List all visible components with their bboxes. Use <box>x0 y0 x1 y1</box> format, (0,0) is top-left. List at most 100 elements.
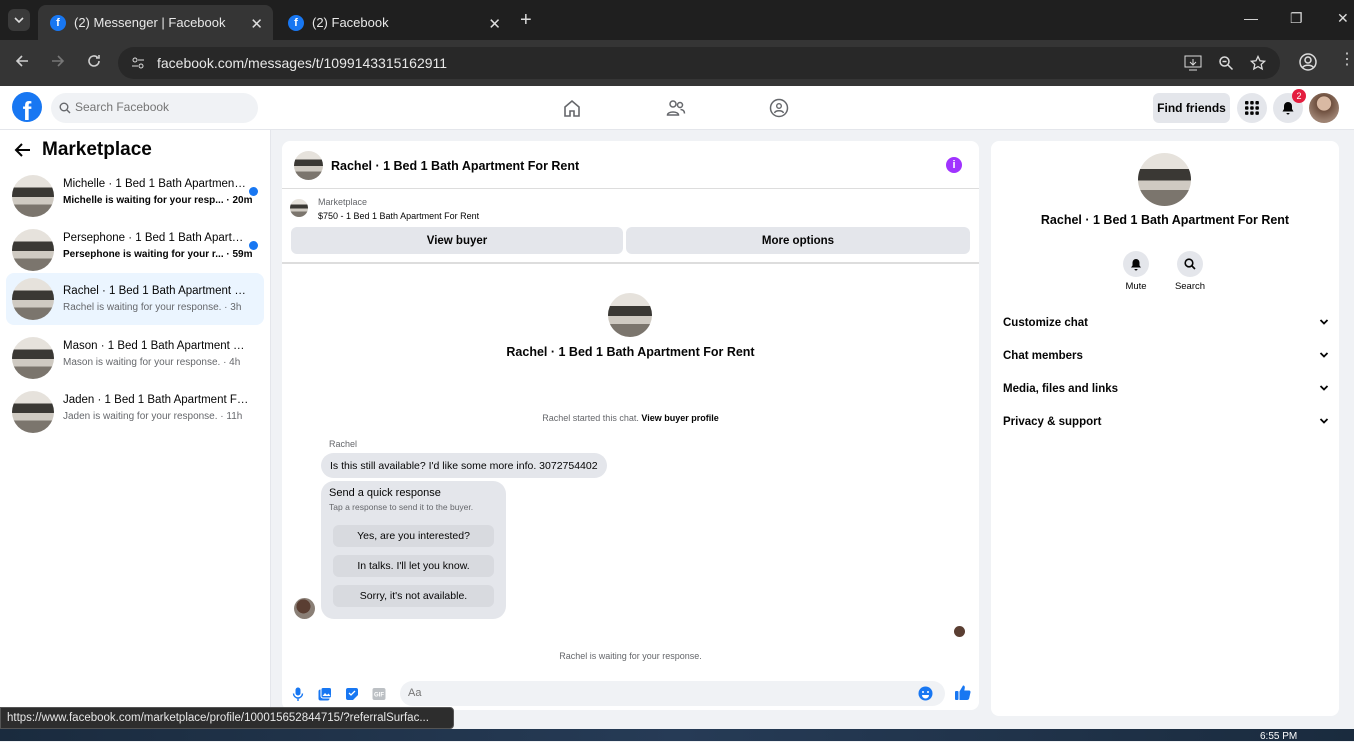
forward-icon[interactable] <box>50 53 66 69</box>
search-icon <box>1184 258 1196 270</box>
info-icon[interactable]: i <box>946 157 962 173</box>
quick-response-card: Send a quick response Tap a response to … <box>321 481 506 619</box>
listing-thumbnail <box>12 337 54 379</box>
new-tab-button[interactable]: + <box>520 9 532 32</box>
zoom-icon[interactable] <box>1218 55 1234 71</box>
account-avatar[interactable] <box>1309 93 1339 123</box>
listing-thumbnail <box>12 175 54 217</box>
taskbar-clock: 6:55 PM <box>1260 731 1298 742</box>
search-chat-button[interactable] <box>1177 251 1203 277</box>
section-privacy-support[interactable]: Privacy & support <box>1003 416 1329 428</box>
minimize-button[interactable]: — <box>1244 10 1258 26</box>
listing-category: Marketplace <box>318 197 368 207</box>
conversation-preview: Mason is waiting for your response. · 4h <box>63 357 241 368</box>
conversation-preview: Jaden is waiting for your response. · 11… <box>63 411 243 422</box>
back-arrow-icon[interactable] <box>14 142 32 158</box>
mute-button[interactable] <box>1123 251 1149 277</box>
view-buyer-profile-link[interactable]: View buyer profile <box>641 413 718 423</box>
tab-label: (2) Messenger | Facebook <box>74 15 226 30</box>
chat-avatar[interactable] <box>294 151 323 180</box>
chat-title[interactable]: Rachel · 1 Bed 1 Bath Apartment For Rent <box>331 159 579 173</box>
conversation-item-persephone[interactable]: Persephone · 1 Bed 1 Bath Apartment For … <box>6 223 264 275</box>
message-input-box[interactable] <box>400 681 945 706</box>
facebook-logo[interactable]: f <box>12 92 42 122</box>
tab-search-button[interactable] <box>8 9 30 31</box>
back-icon[interactable] <box>14 53 30 69</box>
thumbs-up-icon[interactable] <box>954 684 971 701</box>
gif-icon[interactable]: GIF <box>372 687 386 701</box>
seen-receipt-avatar <box>954 626 965 637</box>
tab-messenger[interactable]: f (2) Messenger | Facebook ✕ <box>38 5 273 40</box>
section-label: Media, files and links <box>1003 383 1119 395</box>
section-customize-chat[interactable]: Customize chat <box>1003 317 1329 329</box>
browser-toolbar: facebook.com/messages/t/1099143315162911… <box>0 40 1354 86</box>
listing-thumbnail[interactable] <box>290 199 308 217</box>
unread-dot <box>249 241 258 250</box>
more-options-button[interactable]: More options <box>626 227 970 254</box>
sticker-icon[interactable] <box>345 687 359 701</box>
conversation-name: Rachel · 1 Bed 1 Bath Apartment For Rent <box>63 285 249 297</box>
search-input[interactable] <box>75 100 245 114</box>
find-friends-button[interactable]: Find friends <box>1153 93 1230 123</box>
view-buyer-button[interactable]: View buyer <box>291 227 623 254</box>
quick-response-subtitle: Tap a response to send it to the buyer. <box>329 502 474 512</box>
chat-intro-avatar <box>608 293 652 337</box>
bookmark-star-icon[interactable] <box>1250 55 1266 71</box>
search-box[interactable] <box>51 93 258 123</box>
notification-badge: 2 <box>1292 89 1306 103</box>
listing-thumbnail <box>12 229 54 271</box>
search-label: Search <box>1174 281 1206 292</box>
chevron-down-icon <box>1319 416 1329 426</box>
site-settings-icon[interactable] <box>130 55 146 71</box>
message-input[interactable] <box>408 687 908 699</box>
install-app-icon[interactable] <box>1184 55 1202 71</box>
conversation-item-rachel[interactable]: Rachel · 1 Bed 1 Bath Apartment For Rent… <box>6 273 264 325</box>
home-icon[interactable] <box>562 98 582 118</box>
photo-icon[interactable] <box>318 687 332 701</box>
sender-avatar <box>294 598 315 619</box>
details-name: Rachel · 1 Bed 1 Bath Apartment For Rent <box>1040 213 1290 227</box>
listing-banner: Marketplace $750 - 1 Bed 1 Bath Apartmen… <box>282 189 979 264</box>
details-avatar <box>1138 153 1191 206</box>
quick-response-option[interactable]: In talks. I'll let you know. <box>333 555 494 577</box>
quick-response-option[interactable]: Sorry, it's not available. <box>333 585 494 607</box>
section-media-files-links[interactable]: Media, files and links <box>1003 383 1329 395</box>
conversation-item-jaden[interactable]: Jaden · 1 Bed 1 Bath Apartment For Rent … <box>6 385 264 437</box>
chevron-down-icon <box>1319 317 1329 327</box>
listing-thumbnail <box>12 391 54 433</box>
url-text: facebook.com/messages/t/1099143315162911 <box>157 55 448 71</box>
message-bubble: Is this still available? I'd like some m… <box>321 453 607 478</box>
listing-price[interactable]: $750 - 1 Bed 1 Bath Apartment For Rent <box>318 211 479 221</box>
section-label: Chat members <box>1003 350 1083 362</box>
groups-icon[interactable] <box>769 98 789 118</box>
menu-grid-icon[interactable] <box>1237 93 1267 123</box>
address-bar[interactable]: facebook.com/messages/t/1099143315162911 <box>118 47 1280 79</box>
conversation-name: Persephone · 1 Bed 1 Bath Apartment For … <box>63 232 249 244</box>
friends-icon[interactable] <box>666 98 686 118</box>
conversation-details-panel: Rachel · 1 Bed 1 Bath Apartment For Rent… <box>991 141 1339 716</box>
restore-button[interactable]: ❐ <box>1290 10 1303 27</box>
chevron-down-icon <box>1319 350 1329 360</box>
link-status-bar: https://www.facebook.com/marketplace/pro… <box>0 707 454 729</box>
conversation-item-mason[interactable]: Mason · 1 Bed 1 Bath Apartment For Rent … <box>6 331 264 383</box>
conversation-item-michelle[interactable]: Michelle · 1 Bed 1 Bath Apartment For Re… <box>6 169 264 221</box>
message-sender: Rachel <box>329 439 358 449</box>
listing-thumbnail <box>12 278 54 320</box>
sidebar-title: Marketplace <box>42 139 152 160</box>
window-close-button[interactable]: ✕ <box>1337 10 1349 27</box>
reload-icon[interactable] <box>86 53 102 69</box>
emoji-icon[interactable] <box>918 686 933 701</box>
quick-response-option[interactable]: Yes, are you interested? <box>333 525 494 547</box>
facebook-header: f Find friends 2 <box>0 86 1354 130</box>
close-tab-icon[interactable]: ✕ <box>488 15 501 33</box>
profile-icon[interactable] <box>1299 53 1317 71</box>
tab-facebook[interactable]: f (2) Facebook ✕ <box>276 5 511 40</box>
search-icon <box>59 102 71 114</box>
conversation-preview: Persephone is waiting for your r... · 59… <box>63 249 253 260</box>
section-label: Privacy & support <box>1003 416 1102 428</box>
close-tab-icon[interactable]: ✕ <box>250 15 263 33</box>
browser-menu-icon[interactable]: ⋮ <box>1339 52 1354 68</box>
microphone-icon[interactable] <box>292 687 304 701</box>
section-chat-members[interactable]: Chat members <box>1003 350 1329 362</box>
conversation-preview: Rachel is waiting for your response. · 3… <box>63 302 242 313</box>
